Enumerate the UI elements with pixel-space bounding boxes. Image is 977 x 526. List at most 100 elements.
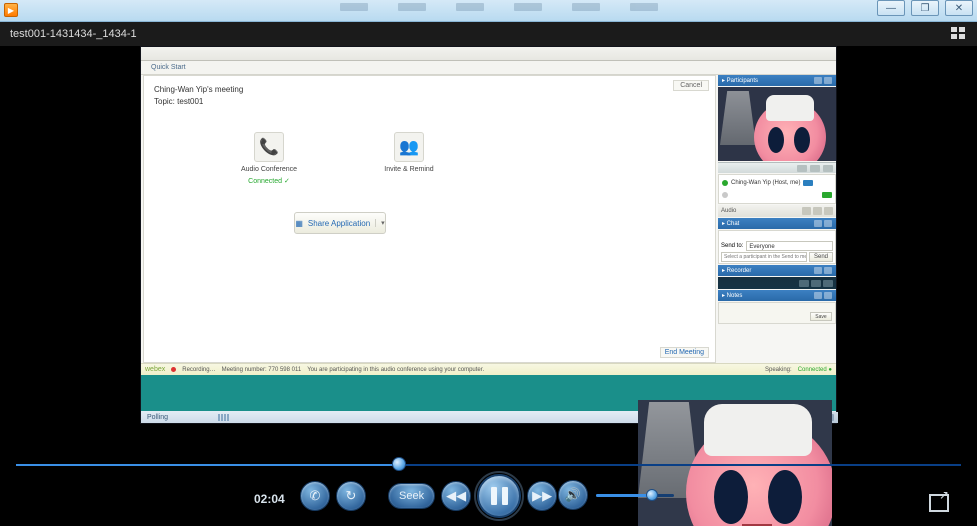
webex-tabs: Quick Start xyxy=(141,61,836,75)
rec-icon[interactable] xyxy=(811,280,821,287)
webex-statusbar: webex Recording… Meeting number: 770 598… xyxy=(141,363,836,375)
os-titlebar: — ❐ ✕ xyxy=(0,0,977,22)
right-panels: ▸ Participants xyxy=(718,75,836,363)
camera-icon xyxy=(822,192,832,198)
participant-row[interactable]: Ching-Wan Yip (Host, me) xyxy=(722,177,832,189)
invite-block[interactable]: 👥 Invite & Remind xyxy=(374,132,444,185)
status-info: You are participating in this audio conf… xyxy=(307,367,484,373)
chat-title: ▸ Chat xyxy=(722,220,739,227)
webex-body: Cancel Ching-Wan Yip's meeting Topic: te… xyxy=(141,75,836,363)
vc-icon[interactable] xyxy=(810,165,820,172)
participant-name: Ching-Wan Yip (Host, me) xyxy=(731,180,800,186)
rewind-button[interactable]: ◀◀ xyxy=(441,481,471,511)
vc-icon[interactable] xyxy=(823,165,833,172)
panel-controls xyxy=(814,77,832,84)
tab-icon[interactable] xyxy=(824,207,833,215)
volume-button[interactable]: 🔊 xyxy=(558,480,588,510)
polling-label: Polling xyxy=(147,414,168,421)
forward-button[interactable]: ▶▶ xyxy=(527,481,557,511)
invite-label: Invite & Remind xyxy=(384,166,433,173)
video-title: test001-1431434-_1434-1 xyxy=(10,28,137,40)
recorder-title: ▸ Recorder xyxy=(722,267,751,274)
polling-icon xyxy=(218,414,230,421)
volume-group: 🔊 xyxy=(558,480,674,510)
close-button[interactable]: ✕ xyxy=(945,0,973,16)
recorded-frame: Quick Start Cancel Ching-Wan Yip's meeti… xyxy=(140,46,837,424)
phone-icon: 📞 xyxy=(254,132,284,162)
rec-icon[interactable] xyxy=(799,280,809,287)
mic-button[interactable]: ✆ xyxy=(300,481,330,511)
tab-quickstart[interactable]: Quick Start xyxy=(151,64,186,71)
webex-logo: webex xyxy=(145,366,165,373)
audio-conf-label: Audio Conference xyxy=(241,166,297,173)
volume-thumb[interactable] xyxy=(646,489,658,501)
volume-slider[interactable] xyxy=(596,494,674,497)
topic-value: test001 xyxy=(177,97,203,106)
window-buttons: — ❐ ✕ xyxy=(877,0,973,16)
seek-button[interactable]: Seek xyxy=(388,483,435,509)
participant-list: Ching-Wan Yip (Host, me) xyxy=(718,174,836,204)
notes-save-button[interactable]: Save xyxy=(810,312,832,321)
fullscreen-grid-icon[interactable] xyxy=(951,27,967,41)
minimize-button[interactable]: — xyxy=(877,0,905,16)
audio-conf-status: Connected ✓ xyxy=(248,177,290,185)
app-icon xyxy=(4,3,18,17)
vc-icon[interactable] xyxy=(797,165,807,172)
topic-label: Topic: xyxy=(154,97,175,106)
avatar-figure xyxy=(754,101,826,161)
speaking-label: Speaking: xyxy=(765,367,792,373)
self-video xyxy=(718,87,836,161)
meeting-number: Meeting number: 770 598 011 xyxy=(222,367,302,373)
send-button[interactable]: Send xyxy=(809,252,833,262)
people-icon: 👥 xyxy=(394,132,424,162)
sendto-label: Send to: xyxy=(721,243,743,249)
chat-input[interactable] xyxy=(721,252,807,262)
sendto-select[interactable]: Everyone xyxy=(746,241,833,251)
participants-header[interactable]: ▸ Participants xyxy=(718,75,836,86)
audio-tab[interactable]: Audio xyxy=(721,208,736,214)
seek-thumb[interactable] xyxy=(392,457,406,471)
share-label: Share Application xyxy=(308,219,370,228)
host-line: Ching-Wan Yip's meeting xyxy=(154,84,705,96)
recorder-panel xyxy=(718,277,836,289)
chat-header[interactable]: ▸ Chat xyxy=(718,218,836,229)
recording-label: Recording… xyxy=(182,367,215,373)
maximize-button[interactable]: ❐ xyxy=(911,0,939,16)
record-dot-icon xyxy=(171,367,176,372)
quickstart-panel: Cancel Ching-Wan Yip's meeting Topic: te… xyxy=(143,75,716,363)
share-dropdown-icon[interactable]: ▾ xyxy=(375,219,385,227)
player-top-bar: test001-1431434-_1434-1 xyxy=(0,22,977,46)
loop-button[interactable]: ↻ xyxy=(336,481,366,511)
popout-button[interactable] xyxy=(929,494,949,512)
end-meeting-button[interactable]: End Meeting xyxy=(660,347,709,358)
cancel-button[interactable]: Cancel xyxy=(673,80,709,91)
meeting-topic: Ching-Wan Yip's meeting Topic: test001 xyxy=(144,76,715,108)
participants-title: ▸ Participants xyxy=(722,77,758,84)
audio-conf-block[interactable]: 📞 Audio Conference Connected ✓ xyxy=(234,132,304,185)
time-label: 02:04 xyxy=(254,492,285,506)
participant-tabs: Audio xyxy=(718,205,836,217)
notes-header[interactable]: ▸ Notes xyxy=(718,290,836,301)
connected-label: Connected ● xyxy=(798,367,832,373)
recorder-header[interactable]: ▸ Recorder xyxy=(718,265,836,276)
seek-bar[interactable] xyxy=(16,462,961,468)
pause-button[interactable] xyxy=(477,474,521,518)
share-icon: ▦ xyxy=(295,219,303,228)
os-menu-ghost xyxy=(340,3,660,17)
quickstart-icons: 📞 Audio Conference Connected ✓ 👥 Invite … xyxy=(234,132,444,185)
camera-icon[interactable] xyxy=(803,180,813,186)
webex-menubar xyxy=(141,47,836,61)
control-group: ✆ ↻ Seek ◀◀ ▶▶ xyxy=(300,474,557,518)
notes-panel: Save xyxy=(718,302,836,324)
player: test001-1431434-_1434-1 Quick Start Canc… xyxy=(0,22,977,526)
tab-icon[interactable] xyxy=(802,207,811,215)
seek-fill xyxy=(16,464,399,466)
video-control-strip xyxy=(718,162,836,173)
tab-icon[interactable] xyxy=(813,207,822,215)
rec-icon[interactable] xyxy=(823,280,833,287)
notes-title: ▸ Notes xyxy=(722,292,742,299)
chat-panel: Send to: Everyone Send xyxy=(718,230,836,264)
participant-row xyxy=(722,189,832,201)
share-application-button[interactable]: ▦ Share Application ▾ xyxy=(294,212,386,234)
mic-stand-icon xyxy=(720,91,756,145)
